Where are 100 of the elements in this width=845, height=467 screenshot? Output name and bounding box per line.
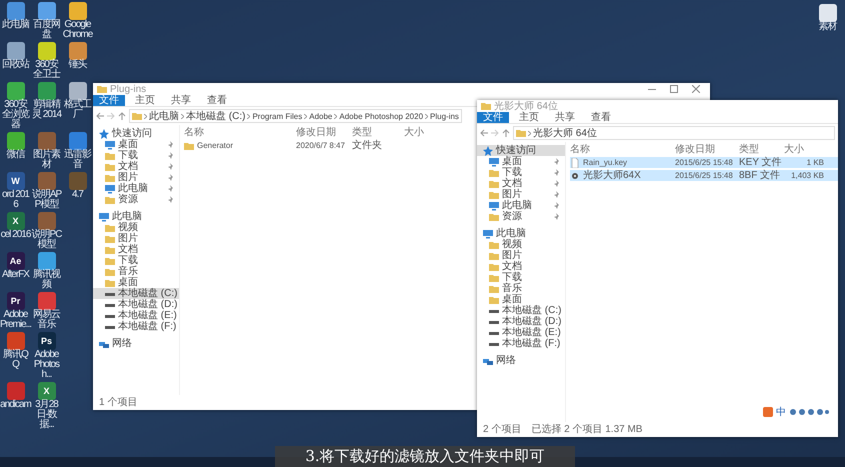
nav-item[interactable]: 此电脑 xyxy=(93,183,179,194)
nav-item[interactable]: 图片 xyxy=(93,233,179,244)
ribbon-tab[interactable]: 共享 xyxy=(549,112,581,123)
breadcrumb[interactable]: Adobe xyxy=(309,110,332,122)
column-header[interactable]: 大小 xyxy=(404,127,444,138)
nav-label: 网络 xyxy=(496,355,516,366)
nav-label: 资源 xyxy=(502,211,522,222)
ribbon-tab[interactable]: 主页 xyxy=(129,95,161,106)
app-icon[interactable]: W xyxy=(6,172,24,190)
nav-item[interactable]: 文档 xyxy=(477,178,565,189)
nav-item[interactable]: 资源 xyxy=(93,194,179,205)
file-row[interactable]: Generator 2020/6/7 8:47 文件夹 xyxy=(184,140,444,151)
address-bar[interactable]: 此电脑 本地磁盘 (C:) Program Files Adobe Adobe Photoshop 2020 Plug-ins xyxy=(129,109,462,123)
ime-mode[interactable]: 中 xyxy=(776,405,786,419)
nav-item[interactable]: 图片 xyxy=(477,250,565,261)
app-icon[interactable] xyxy=(68,82,86,100)
nav-item[interactable]: 下载 xyxy=(93,150,179,161)
nav-item[interactable]: 快速访问 xyxy=(93,128,179,139)
app-icon[interactable] xyxy=(38,82,56,100)
ribbon-tab[interactable]: 文件 xyxy=(93,95,125,106)
app-icon[interactable] xyxy=(818,4,836,22)
breadcrumb[interactable]: Adobe Photoshop 2020 xyxy=(339,110,424,122)
nav-item[interactable]: 下载 xyxy=(93,255,179,266)
nav-item[interactable]: 视频 xyxy=(93,222,179,233)
ribbon-tab[interactable]: 主页 xyxy=(513,112,545,123)
nav-item[interactable]: 本地磁盘 (E:) xyxy=(93,310,179,321)
app-icon[interactable] xyxy=(68,132,86,150)
nav-label: 音乐 xyxy=(502,283,522,294)
column-header[interactable]: 修改日期 xyxy=(296,127,352,138)
app-icon[interactable] xyxy=(38,252,56,270)
column-header[interactable]: 名称 xyxy=(184,127,296,138)
nav-item[interactable]: 快速访问 xyxy=(477,145,565,156)
app-icon[interactable] xyxy=(6,2,24,20)
nav-item[interactable]: 本地磁盘 (F:) xyxy=(93,321,179,332)
breadcrumb[interactable]: 光影大师 64位 xyxy=(533,128,597,138)
nav-item[interactable]: 下载 xyxy=(477,272,565,283)
nav-item[interactable]: 音乐 xyxy=(93,266,179,277)
column-header[interactable]: 大小 xyxy=(784,144,824,155)
nav-item[interactable]: 本地磁盘 (E:) xyxy=(477,327,565,338)
nav-item[interactable]: 此电脑 xyxy=(477,200,565,211)
nav-item[interactable]: 此电脑 xyxy=(477,228,565,239)
breadcrumb[interactable]: 此电脑 xyxy=(149,110,179,122)
app-icon[interactable] xyxy=(6,42,24,60)
folder-icon xyxy=(516,128,526,138)
nav-item[interactable]: 文档 xyxy=(93,244,179,255)
file-row[interactable]: 光影大师64X 2015/6/25 15:48 8BF 文件 1,403 KB xyxy=(570,170,838,181)
app-icon[interactable]: X xyxy=(38,382,56,400)
nav-item[interactable]: 音乐 xyxy=(477,283,565,294)
breadcrumb[interactable]: 本地磁盘 (C:) xyxy=(186,110,246,122)
app-icon[interactable] xyxy=(68,2,86,20)
nav-item[interactable]: 图片 xyxy=(477,189,565,200)
column-header[interactable]: 名称 xyxy=(570,144,675,155)
app-icon[interactable] xyxy=(6,332,24,350)
icon-label: 格式工厂 xyxy=(63,100,92,120)
nav-item[interactable]: 本地磁盘 (F:) xyxy=(477,338,565,349)
app-icon[interactable]: Ae xyxy=(6,252,24,270)
nav-item[interactable]: 桌面 xyxy=(93,277,179,288)
nav-item[interactable]: 网络 xyxy=(477,355,565,366)
nav-item[interactable]: 本地磁盘 (D:) xyxy=(477,316,565,327)
nav-item[interactable]: 文档 xyxy=(93,161,179,172)
nav-label: 图片 xyxy=(118,172,138,183)
nav-item[interactable]: 本地磁盘 (C:) xyxy=(93,288,179,299)
app-icon[interactable] xyxy=(38,42,56,60)
window-title: 光影大师 64位 xyxy=(494,100,558,112)
nav-item[interactable]: 资源 xyxy=(477,211,565,222)
ribbon-tab[interactable]: 查看 xyxy=(585,112,617,123)
nav-item[interactable]: 视频 xyxy=(477,239,565,250)
column-header[interactable]: 类型 xyxy=(739,144,784,155)
breadcrumb[interactable]: Plug-ins xyxy=(430,110,459,122)
nav-item[interactable]: 桌面 xyxy=(477,156,565,167)
app-icon[interactable] xyxy=(38,132,56,150)
nav-label: 下载 xyxy=(118,255,138,266)
nav-item[interactable]: 此电脑 xyxy=(93,211,179,222)
column-header[interactable]: 类型 xyxy=(352,127,404,138)
app-icon[interactable] xyxy=(38,292,56,310)
icon-label: 此电脑 xyxy=(1,20,30,30)
ribbon-tab[interactable]: 文件 xyxy=(477,112,509,123)
file-row[interactable]: Rain_yu.key 2015/6/25 15:48 KEY 文件 1 KB xyxy=(570,157,838,168)
app-icon[interactable] xyxy=(38,2,56,20)
ribbon-tab[interactable]: 共享 xyxy=(165,95,197,106)
nav-item[interactable]: 下载 xyxy=(477,167,565,178)
nav-item[interactable]: 文档 xyxy=(477,261,565,272)
breadcrumb[interactable]: Program Files xyxy=(252,110,302,122)
file-type: 8BF 文件 xyxy=(739,170,782,181)
app-icon[interactable] xyxy=(68,42,86,60)
nav-label: 下载 xyxy=(118,150,138,161)
nav-item[interactable]: 本地磁盘 (D:) xyxy=(93,299,179,310)
nav-item[interactable]: 网络 xyxy=(93,338,179,349)
column-header[interactable]: 修改日期 xyxy=(675,144,739,155)
nav-item[interactable]: 本地磁盘 (C:) xyxy=(477,305,565,316)
app-icon[interactable] xyxy=(6,132,24,150)
nav-item[interactable]: 桌面 xyxy=(477,294,565,305)
ribbon-tab[interactable]: 查看 xyxy=(201,95,233,106)
app-icon[interactable]: Ps xyxy=(38,332,56,350)
app-icon[interactable]: X xyxy=(6,212,24,230)
nav-item[interactable]: 图片 xyxy=(93,172,179,183)
app-icon[interactable]: Pr xyxy=(6,292,24,310)
app-icon[interactable] xyxy=(6,82,24,100)
nav-item[interactable]: 桌面 xyxy=(93,139,179,150)
address-bar[interactable]: 光影大师 64位 xyxy=(513,126,835,140)
